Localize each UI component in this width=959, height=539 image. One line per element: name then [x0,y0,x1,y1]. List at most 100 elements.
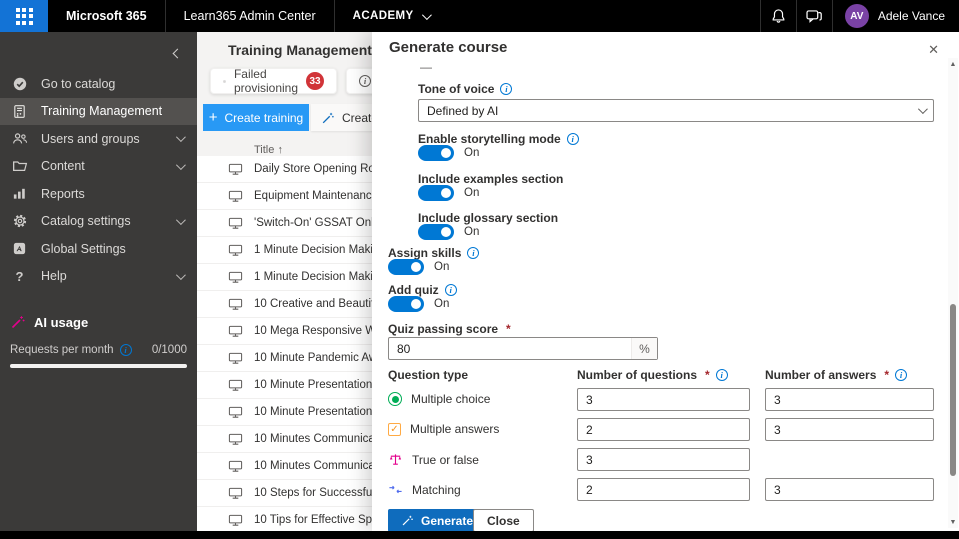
glossary-section-label: Include glossary section [418,211,559,225]
plus-icon: + [208,109,218,126]
info-icon[interactable]: i [444,284,457,296]
toggle-on-icon[interactable] [388,296,424,312]
app-launcher-button[interactable] [0,0,48,32]
questions-count-field [577,418,750,441]
training-management-icon [11,103,28,120]
sidebar-collapse-button[interactable] [170,40,185,66]
answers-count-field [765,388,934,411]
feedback-button[interactable] [795,0,832,32]
toggle-on-icon[interactable] [418,185,454,201]
info-icon[interactable]: i [895,369,908,381]
tenant-switcher[interactable]: ACADEMY [335,0,447,32]
sidebar-nav: Go to catalog Training Management Users … [0,70,197,290]
chevron-down-icon [175,132,186,143]
scroll-up-icon[interactable]: ▲ [948,58,958,70]
storytelling-mode-toggle[interactable]: On [418,145,479,161]
course-title: 'Switch-On' GSSAT Online [254,217,389,229]
generate-course-panel: Generate course ✕ — Tone of voice i Defi… [372,32,959,532]
close-button[interactable]: Close [473,509,534,532]
brand-microsoft-365[interactable]: Microsoft 365 [48,0,166,32]
sidebar-item-label: Catalog settings [41,214,131,229]
required-asterisk: * [705,368,710,382]
multiple-choice-questions-input[interactable] [577,388,750,411]
toggle-on-icon[interactable] [388,259,424,275]
sidebar-item-go-to-catalog[interactable]: Go to catalog [0,70,197,98]
bell-icon [772,8,785,23]
monitor-icon [228,460,243,472]
radio-icon [388,392,402,406]
scrollbar-thumb[interactable] [950,304,956,476]
waffle-icon [15,7,33,25]
matching-questions-input[interactable] [577,478,750,501]
generate-button[interactable]: Generate [388,509,487,532]
monitor-icon [228,379,243,391]
create-training-label: Create training [224,110,304,125]
question-type-multiple-answers: ✓ Multiple answers [388,422,499,436]
toggle-state: On [464,226,480,238]
examples-section-toggle[interactable]: On [418,185,479,201]
chevron-down-icon [175,214,186,225]
quiz-passing-score-label: Quiz passing score * [388,322,511,336]
tone-of-voice-label: Tone of voice i [418,82,513,96]
magic-wand-icon [402,515,413,526]
number-of-questions-header: Number of questions * i [577,368,728,382]
question-type-header: Question type [388,368,469,382]
account-menu[interactable]: AV Adele Vance [831,0,959,32]
toggle-state: On [464,187,480,199]
scroll-down-icon[interactable]: ▼ [948,516,958,528]
failed-provisioning-button[interactable]: Failed provisioning 33 [210,67,337,95]
sidebar-item-label: Content [41,159,85,174]
required-asterisk: * [884,368,890,382]
glossary-section-toggle[interactable]: On [418,224,479,240]
sidebar-item-global-settings[interactable]: Global Settings [0,235,197,263]
multiple-answers-answers-input[interactable] [765,418,934,441]
info-icon[interactable]: i [467,247,480,259]
sidebar-item-help[interactable]: ? Help [0,263,197,291]
create-training-button[interactable]: + Create training [203,104,309,131]
info-icon[interactable]: i [715,369,728,381]
info-icon[interactable]: i [500,83,513,95]
panel-scrollbar[interactable]: ▲ ▼ [948,58,958,528]
page-title: Training Management [228,42,372,58]
sidebar-item-catalog-settings[interactable]: Catalog settings [0,208,197,236]
chevron-down-icon [421,9,432,20]
info-icon[interactable]: i [566,133,579,145]
add-quiz-toggle[interactable]: On [388,296,449,312]
toggle-on-icon[interactable] [418,224,454,240]
monitor-icon [228,217,243,229]
close-icon[interactable]: ✕ [922,38,945,62]
sidebar-item-label: Go to catalog [41,76,116,91]
assign-skills-toggle[interactable]: On [388,259,449,275]
sidebar-item-users-and-groups[interactable]: Users and groups [0,125,197,153]
monitor-icon [228,325,243,337]
monitor-icon [228,271,243,283]
tone-of-voice-dropdown[interactable]: Defined by AI [418,99,934,122]
tenant-name: ACADEMY [352,10,414,22]
quiz-passing-score-field: % [388,337,658,360]
multiple-answers-questions-input[interactable] [577,418,750,441]
sad-face-icon [223,79,226,83]
matching-answers-input[interactable] [765,478,934,501]
sidebar-item-content[interactable]: Content [0,153,197,181]
quiz-passing-score-input[interactable] [389,341,631,356]
generate-label: Generate [421,513,474,528]
toggle-state: On [464,147,480,159]
avatar: AV [844,4,869,28]
toggle-state: On [434,261,450,273]
admin-center-title[interactable]: Learn365 Admin Center [166,0,335,32]
sidebar-item-training-management[interactable]: Training Management [0,97,197,125]
sidebar-item-reports[interactable]: Reports [0,180,197,208]
failed-provisioning-label: Failed provisioning [233,67,299,95]
true-or-false-questions-input[interactable] [577,448,750,471]
ai-usage-progress-bar [10,364,187,368]
topbar-right: AV Adele Vance [759,0,959,32]
toggle-on-icon[interactable] [418,145,454,161]
monitor-icon [228,352,243,364]
notifications-button[interactable] [759,0,796,32]
info-icon[interactable]: i [119,344,132,356]
user-name: Adele Vance [877,9,945,23]
tone-of-voice-value: Defined by AI [427,103,499,118]
multiple-choice-answers-input[interactable] [765,388,934,411]
requests-per-month-label: Requests per month [10,344,114,356]
required-asterisk: * [506,322,511,336]
